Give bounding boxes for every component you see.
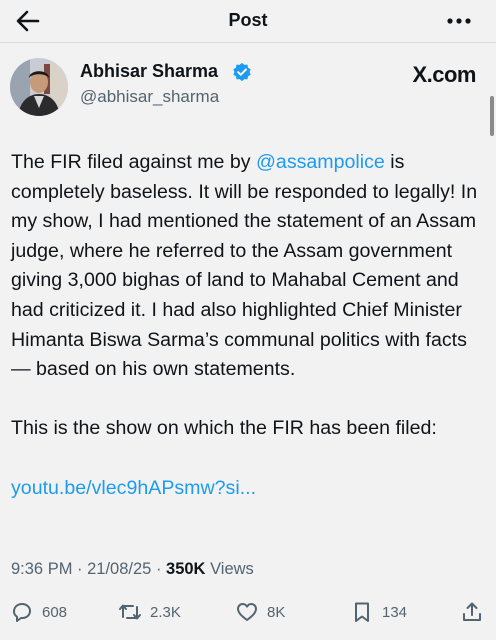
post-paragraph-1: The FIR filed against me by @assampolice…: [11, 148, 489, 385]
scrollbar[interactable]: [490, 96, 494, 136]
post-text: The FIR filed against me by @assampolice…: [11, 148, 489, 503]
repost-icon: [119, 604, 141, 620]
more-dots-icon: [447, 18, 471, 24]
avatar-photo: [10, 58, 68, 116]
like-button[interactable]: 8K: [235, 596, 285, 628]
brand-label: X.com: [412, 62, 476, 87]
post-link-paragraph: youtu.be/vlec9hAPsmw?si...: [11, 474, 489, 504]
author-name[interactable]: Abhisar Sharma: [80, 61, 218, 82]
meta-separator: ·: [72, 560, 88, 578]
views-label: Views: [210, 560, 254, 578]
repost-count: 2.3K: [150, 603, 181, 621]
more-options-button[interactable]: [444, 8, 474, 34]
share-button[interactable]: [460, 596, 492, 628]
page-title: Post: [228, 10, 268, 30]
author-handle[interactable]: @abhisar_sharma: [80, 87, 219, 107]
action-bar: 608 2.3K 8K 134: [0, 596, 496, 632]
post-meta: 9:36 PM · 21/08/25 · 350K Views: [11, 560, 254, 579]
youtube-link[interactable]: youtu.be/vlec9hAPsmw?si...: [11, 477, 256, 499]
post-date: 21/08/25: [87, 560, 152, 578]
share-icon: [463, 602, 481, 621]
reply-count: 608: [42, 603, 68, 621]
reply-button[interactable]: 608: [10, 596, 67, 628]
post-text-segment: The FIR filed against me by: [11, 151, 257, 173]
post-paragraph-2: This is the show on which the FIR has be…: [11, 417, 437, 440]
reply-icon: [13, 603, 31, 622]
post-text-segment: is completely baseless. It will be respo…: [11, 151, 478, 381]
like-count: 8K: [267, 603, 286, 621]
top-bar: Post: [0, 0, 496, 42]
bookmark-count: 134: [382, 603, 408, 621]
bookmark-icon: [355, 602, 369, 622]
post-time: 9:36 PM: [11, 560, 73, 578]
avatar[interactable]: [10, 58, 68, 116]
header-divider: [0, 42, 496, 43]
views-count: 350K: [166, 560, 206, 578]
bookmark-button[interactable]: 134: [350, 596, 407, 628]
mention-link[interactable]: @assampolice: [256, 151, 385, 173]
verified-badge-icon: [233, 62, 251, 82]
heart-icon: [237, 603, 257, 621]
meta-separator: ·: [151, 560, 167, 578]
repost-button[interactable]: 2.3K: [118, 596, 181, 628]
